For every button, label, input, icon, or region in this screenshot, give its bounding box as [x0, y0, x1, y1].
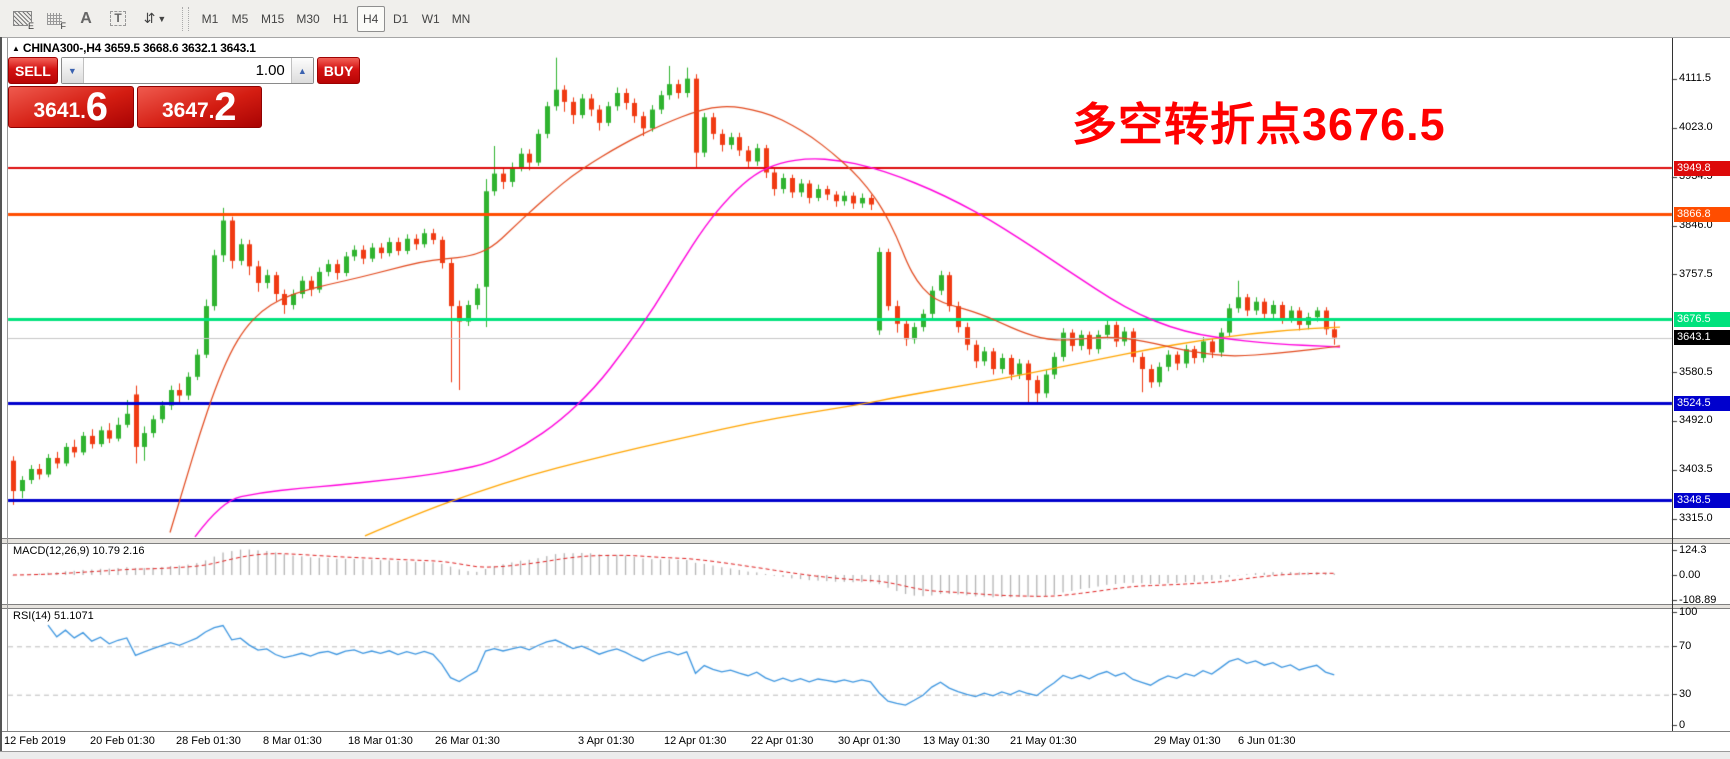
date-axis-label: 12 Apr 01:30: [664, 735, 727, 747]
price-axis-line: [1672, 38, 1673, 731]
date-axis-label: 28 Feb 01:30: [176, 735, 241, 747]
date-axis-label: 20 Feb 01:30: [90, 735, 155, 747]
volume-input[interactable]: [83, 58, 291, 83]
date-axis-label: 18 Mar 01:30: [348, 735, 413, 747]
date-axis-label: 13 May 01:30: [923, 735, 990, 747]
price-tick-label: 4111.5: [1679, 72, 1712, 85]
volume-stepper: ▼ ▲: [60, 57, 314, 84]
sell-price-main: 3641: [33, 99, 81, 122]
buy-button[interactable]: BUY: [316, 57, 361, 84]
level-price-label: 3524.5: [1674, 395, 1730, 411]
date-axis-label: 22 Apr 01:30: [751, 735, 814, 747]
sell-button[interactable]: SELL: [8, 57, 58, 84]
rsi-indicator-label: RSI(14) 51.1071: [13, 610, 94, 622]
level-price-label: 3348.5: [1674, 492, 1730, 508]
level-price-label: 3949.8: [1674, 160, 1730, 176]
macd-axis-label: -108.89: [1679, 593, 1717, 606]
level-price-label: 3643.1: [1674, 330, 1730, 346]
price-tick-label: 3580.5: [1679, 365, 1713, 378]
price-tick-label: 3315.0: [1679, 512, 1713, 525]
price-tick-label: 3403.5: [1679, 463, 1713, 476]
level-price-label: 3676.5: [1674, 311, 1730, 327]
rsi-axis-label: 0: [1679, 718, 1686, 731]
sell-price-pip: 6: [85, 85, 109, 129]
terminal-window: E F A T ⇵▼ M1M5M15M30H1H4D1W1MN ▲ CHINA3…: [0, 0, 1730, 759]
status-strip: [0, 751, 1730, 759]
date-axis-label: 8 Mar 01:30: [263, 735, 322, 747]
rsi-axis-label: 70: [1679, 639, 1692, 652]
chart-title: ▲ CHINA300-,H4 3659.5 3668.6 3632.1 3643…: [12, 41, 256, 55]
chart-annotation-text: 多空转折点3676.5: [1072, 99, 1446, 150]
window-left-border: [0, 37, 2, 759]
rsi-axis-label: 30: [1679, 687, 1692, 700]
one-click-trading-widget: SELL ▼ ▲ BUY 3641 . 6 3647 . 2: [8, 57, 361, 129]
time-axis-border: [0, 731, 1730, 732]
date-axis-label: 3 Apr 01:30: [578, 735, 635, 747]
macd-axis-label: 0.00: [1679, 568, 1701, 581]
macd-axis-label: 124.3: [1679, 543, 1707, 556]
date-axis-label: 29 May 01:30: [1154, 735, 1221, 747]
ohlc-values: 3659.5 3668.6 3632.1 3643.1: [104, 41, 256, 55]
volume-decrease-icon[interactable]: ▼: [61, 58, 84, 83]
buy-price-pip: 2: [214, 85, 237, 129]
panel-divider[interactable]: [0, 543, 1730, 544]
buy-price-main: 3647: [161, 99, 209, 122]
date-axis-label: 26 Mar 01:30: [435, 735, 500, 747]
macd-indicator-label: MACD(12,26,9) 10.79 2.16: [13, 545, 145, 557]
symbol-name: CHINA300-,H4: [22, 41, 102, 55]
price-tick-label: 3757.5: [1679, 267, 1713, 280]
volume-increase-icon[interactable]: ▲: [290, 58, 313, 83]
price-tick-label: 3492.0: [1679, 414, 1713, 427]
buy-price-box[interactable]: 3647 . 2: [136, 85, 262, 129]
sell-price-box[interactable]: 3641 . 6: [8, 86, 134, 128]
date-axis-label: 6 Jun 01:30: [1238, 735, 1296, 747]
plot-left-border: [7, 38, 8, 731]
price-tick-label: 4023.0: [1679, 121, 1713, 134]
date-axis-label: 21 May 01:30: [1010, 735, 1077, 747]
rsi-axis-label: 100: [1679, 605, 1698, 618]
collapse-icon[interactable]: ▲: [12, 44, 20, 53]
level-price-label: 3866.8: [1674, 206, 1730, 222]
date-axis-label: 12 Feb 2019: [4, 735, 66, 747]
date-axis-label: 30 Apr 01:30: [838, 735, 901, 747]
panel-divider[interactable]: [0, 608, 1730, 609]
